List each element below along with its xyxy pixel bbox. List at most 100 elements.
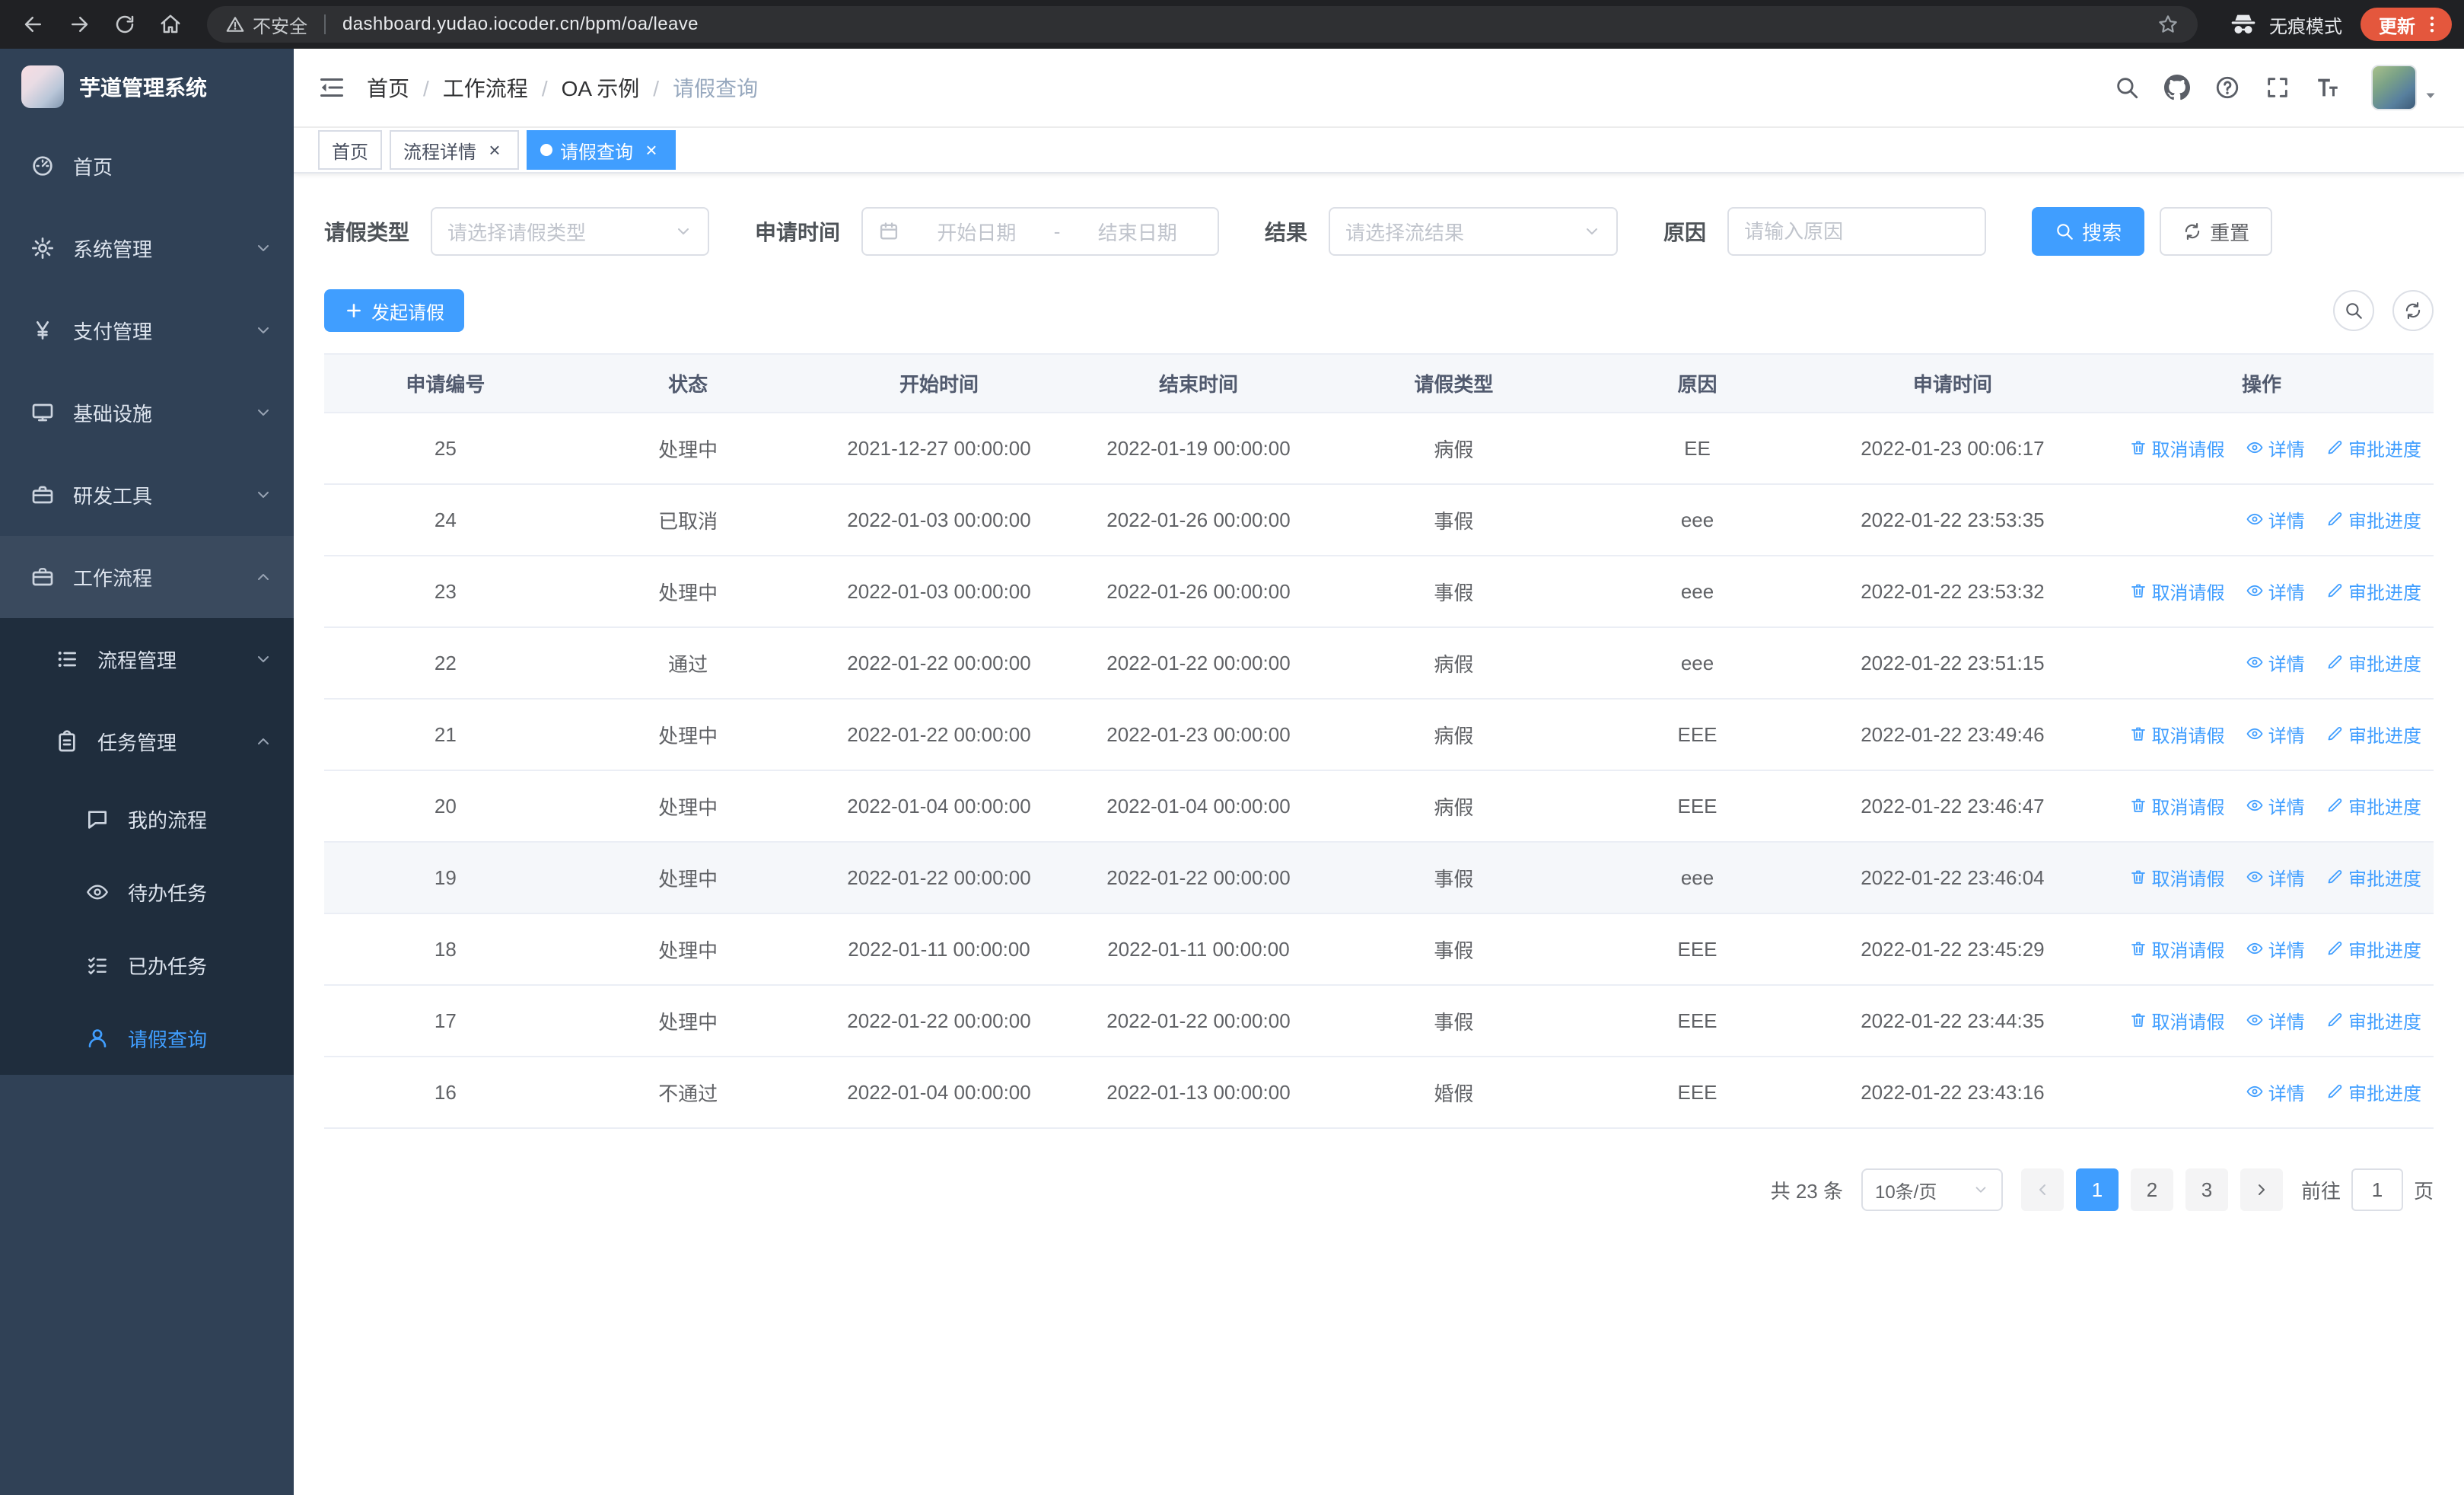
sidebar-item-home[interactable]: 首页 <box>0 125 294 207</box>
cell-actions: 取消请假 详情 审批进度 <box>2090 413 2434 485</box>
result-select[interactable]: 请选择流结果 <box>1329 207 1619 256</box>
detail-link[interactable]: 详情 <box>2246 649 2305 676</box>
forward-icon[interactable] <box>58 3 100 46</box>
sidebar-item-label: 我的流程 <box>128 808 208 832</box>
approval-progress-link[interactable]: 审批进度 <box>2326 649 2421 676</box>
goto-page-input[interactable] <box>2351 1168 2403 1211</box>
back-icon[interactable] <box>12 3 55 46</box>
cell-reason: eee <box>1579 842 1816 914</box>
sidebar-item-todo-tasks[interactable]: 待办任务 <box>0 856 294 929</box>
github-icon[interactable] <box>2164 75 2190 100</box>
cancel-leave-link[interactable]: 取消请假 <box>2129 1007 2225 1034</box>
user-avatar-menu[interactable] <box>2371 65 2440 110</box>
security-chip[interactable]: 不安全 <box>225 11 307 38</box>
sidebar-item-task-management[interactable]: 任务管理 <box>0 700 294 783</box>
tabs-bar: 首页 流程详情 × 请假查询 × <box>294 128 2464 174</box>
sidebar-item-leave-query[interactable]: 请假查询 <box>0 1002 294 1075</box>
approval-progress-link[interactable]: 审批进度 <box>2326 864 2421 891</box>
sidebar-item-my-process[interactable]: 我的流程 <box>0 783 294 856</box>
sidebar-item-dev-tools[interactable]: 研发工具 <box>0 454 294 536</box>
approval-progress-link[interactable]: 审批进度 <box>2326 435 2421 461</box>
reset-button[interactable]: 重置 <box>2160 207 2273 256</box>
approval-progress-link[interactable]: 审批进度 <box>2326 578 2421 604</box>
approval-progress-link[interactable]: 审批进度 <box>2326 936 2421 962</box>
detail-link[interactable]: 详情 <box>2246 435 2305 461</box>
gear-icon <box>30 236 55 260</box>
help-icon[interactable] <box>2214 75 2240 100</box>
cancel-leave-link[interactable]: 取消请假 <box>2129 578 2225 604</box>
sidebar-item-done-tasks[interactable]: 已办任务 <box>0 929 294 1002</box>
sidebar-item-label: 基础设施 <box>73 402 153 426</box>
page-size-select[interactable]: 10条/页 <box>1861 1168 2003 1211</box>
font-size-icon[interactable] <box>2315 75 2341 100</box>
refresh-table-icon[interactable] <box>2392 290 2434 331</box>
sidebar-fold-icon[interactable] <box>318 74 345 101</box>
cancel-leave-link[interactable]: 取消请假 <box>2129 936 2225 962</box>
update-label: 更新 <box>2379 16 2415 37</box>
app-logo[interactable]: 芋道管理系统 <box>0 49 294 125</box>
tab[interactable]: 流程详情 × <box>390 130 519 170</box>
tab[interactable]: 请假查询 × <box>527 130 676 170</box>
chevron-left-icon <box>2033 1181 2052 1199</box>
detail-link[interactable]: 详情 <box>2246 1007 2305 1034</box>
cancel-leave-link[interactable]: 取消请假 <box>2129 864 2225 891</box>
approval-progress-link[interactable]: 审批进度 <box>2326 1079 2421 1105</box>
toggle-search-icon[interactable] <box>2333 290 2374 331</box>
approval-progress-link[interactable]: 审批进度 <box>2326 792 2421 819</box>
search-icon[interactable] <box>2114 75 2140 100</box>
breadcrumb-item[interactable]: OA 示例 <box>562 72 673 103</box>
reason-input[interactable] <box>1727 207 1987 256</box>
address-bar[interactable]: 不安全 dashboard.yudao.iocoder.cn/bpm/oa/le… <box>207 6 2198 43</box>
sidebar-item-label: 首页 <box>73 155 113 179</box>
create-leave-button[interactable]: 发起请假 <box>324 289 464 332</box>
update-button[interactable]: 更新 <box>2361 8 2452 41</box>
home-icon[interactable] <box>149 3 192 46</box>
detail-link[interactable]: 详情 <box>2246 578 2305 604</box>
leave-type-select[interactable]: 请选择请假类型 <box>431 207 710 256</box>
cell-apply-time: 2022-01-22 23:51:15 <box>1815 627 2090 700</box>
cancel-leave-link[interactable]: 取消请假 <box>2129 721 2225 748</box>
cell-start-time: 2022-01-04 00:00:00 <box>809 1057 1069 1129</box>
detail-link[interactable]: 详情 <box>2246 721 2305 748</box>
next-page-button[interactable] <box>2240 1168 2283 1211</box>
fullscreen-icon[interactable] <box>2265 75 2291 100</box>
detail-link[interactable]: 详情 <box>2246 792 2305 819</box>
approval-progress-link[interactable]: 审批进度 <box>2326 1007 2421 1034</box>
cell-leave-type: 事假 <box>1328 842 1580 914</box>
breadcrumb-item[interactable]: 工作流程 <box>443 72 562 103</box>
bookmark-star-icon[interactable] <box>2157 13 2179 36</box>
chevron-right-icon <box>2252 1181 2271 1199</box>
cancel-leave-link[interactable]: 取消请假 <box>2129 792 2225 819</box>
cell-reason: EE <box>1579 413 1816 485</box>
cell-end-time: 2022-01-22 00:00:00 <box>1068 842 1329 914</box>
prev-page-button[interactable] <box>2020 1168 2064 1211</box>
page-number-button[interactable]: 1 <box>2075 1168 2119 1211</box>
detail-link[interactable]: 详情 <box>2246 864 2305 891</box>
approval-progress-link[interactable]: 审批进度 <box>2326 721 2421 748</box>
breadcrumb-item[interactable]: 首页 <box>367 72 443 103</box>
approval-progress-link[interactable]: 审批进度 <box>2326 506 2421 533</box>
detail-link[interactable]: 详情 <box>2246 506 2305 533</box>
close-icon[interactable]: × <box>484 139 505 161</box>
tab[interactable]: 首页 <box>318 130 382 170</box>
detail-link[interactable]: 详情 <box>2246 1079 2305 1105</box>
sidebar-item-process-management[interactable]: 流程管理 <box>0 618 294 700</box>
sidebar-item-infrastructure[interactable]: 基础设施 <box>0 371 294 454</box>
sidebar-item-system-management[interactable]: 系统管理 <box>0 207 294 289</box>
close-icon[interactable]: × <box>641 139 662 161</box>
page-number-button[interactable]: 2 <box>2130 1168 2173 1211</box>
incognito-icon <box>2228 9 2259 40</box>
reload-icon[interactable] <box>103 3 146 46</box>
sidebar-item-payment-management[interactable]: 支付管理 <box>0 289 294 371</box>
browser-menu-kebab-icon[interactable] <box>2421 14 2443 35</box>
apply-time-range-picker[interactable]: 开始日期 - 结束日期 <box>861 207 1220 256</box>
search-button[interactable]: 搜索 <box>2032 207 2145 256</box>
detail-link[interactable]: 详情 <box>2246 936 2305 962</box>
incognito-label: 无痕模式 <box>2269 16 2342 37</box>
date-separator: - <box>1053 219 1061 243</box>
sidebar-item-workflow[interactable]: 工作流程 <box>0 536 294 618</box>
cancel-leave-link[interactable]: 取消请假 <box>2129 435 2225 461</box>
page-number-button[interactable]: 3 <box>2185 1168 2228 1211</box>
breadcrumb-item[interactable]: 请假查询 <box>673 72 758 103</box>
sidebar-item-label: 已办任务 <box>128 955 208 978</box>
